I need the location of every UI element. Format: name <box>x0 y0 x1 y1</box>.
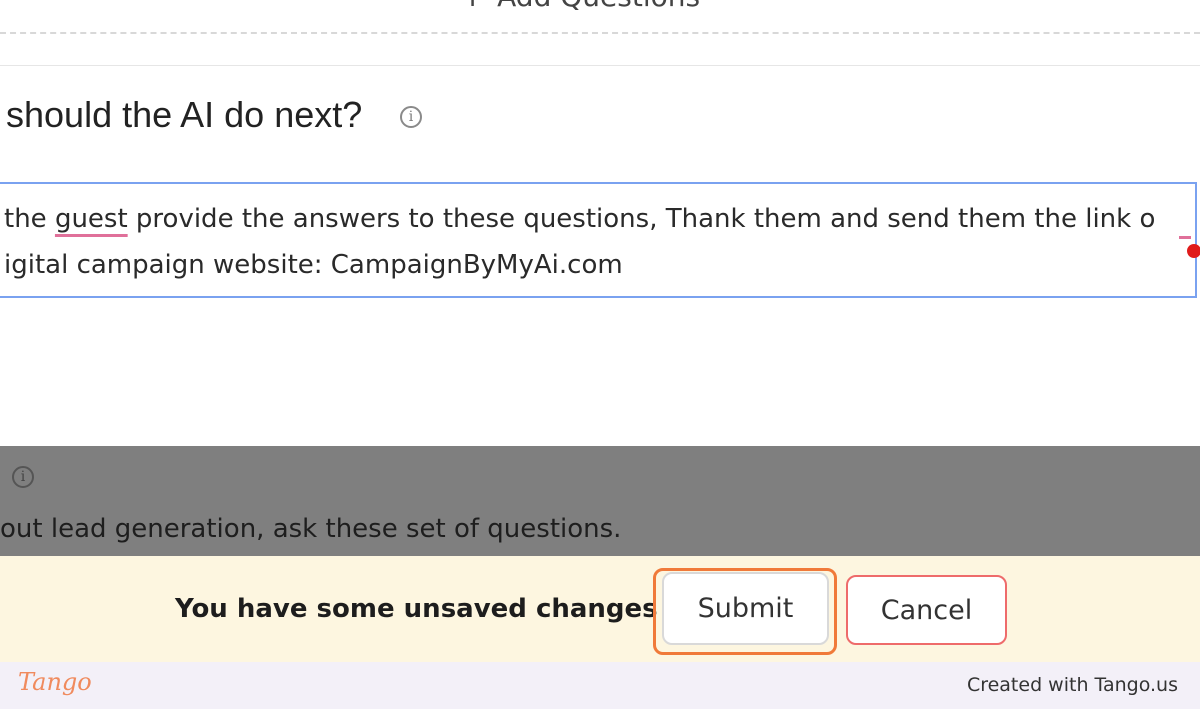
section-heading: should the AI do next? <box>6 94 363 135</box>
add-questions-label: Add Questions <box>497 0 700 13</box>
spellcheck-underline <box>1179 236 1191 239</box>
dashed-divider <box>0 32 1200 34</box>
next-action-textarea[interactable]: the guest provide the answers to these q… <box>0 182 1200 298</box>
add-questions-button[interactable]: + Add Questions <box>460 0 700 16</box>
info-icon: i <box>12 466 34 488</box>
created-with-text: Created with Tango.us <box>966 674 1178 696</box>
unsaved-changes-bar: You have some unsaved changes Submit Can… <box>0 556 1200 662</box>
cursor-dot-icon <box>1187 244 1200 258</box>
cancel-button[interactable]: Cancel <box>846 575 1007 645</box>
lead-generation-hint: out lead generation, ask these set of qu… <box>0 514 622 544</box>
plus-icon: + <box>460 0 485 14</box>
section-divider <box>0 65 1200 66</box>
textarea-line-1: the guest provide the answers to these q… <box>4 204 1156 234</box>
misspelled-word: guest <box>54 204 128 234</box>
unsaved-changes-message: You have some unsaved changes <box>175 594 658 624</box>
footer: Tango Created with Tango.us <box>0 662 1200 709</box>
submit-button[interactable]: Submit <box>662 572 829 645</box>
dimmed-overlay: i out lead generation, ask these set of … <box>0 446 1200 556</box>
tango-logo: Tango <box>18 668 92 696</box>
info-icon[interactable]: i <box>400 106 422 128</box>
textarea-line-2: igital campaign website: CampaignByMyAi.… <box>4 250 623 280</box>
